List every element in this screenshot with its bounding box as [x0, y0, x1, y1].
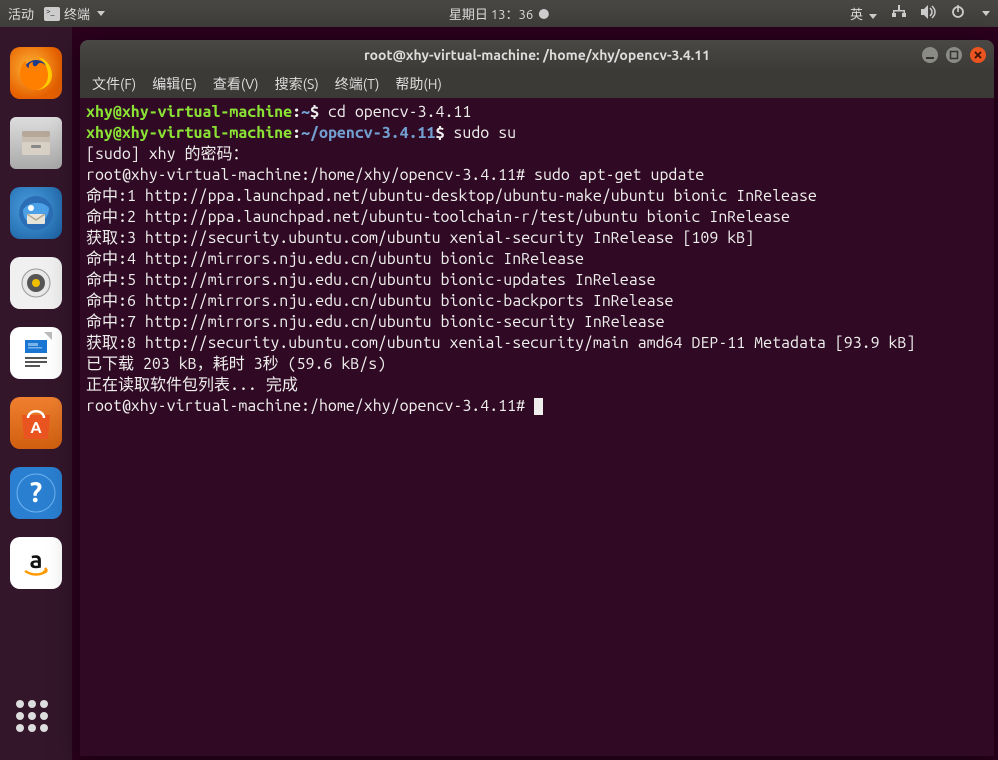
svg-text:?: ?: [30, 477, 42, 508]
prompt-colon: :: [292, 124, 301, 142]
output-line: 正在读取软件包列表... 完成: [86, 376, 298, 394]
menu-edit[interactable]: 编辑(E): [152, 74, 197, 94]
file-manager-icon: [16, 123, 56, 163]
clock[interactable]: 星期日 13：36: [449, 4, 549, 23]
output-line: 已下载 203 kB，耗时 3秒 (59.6 kB/s): [86, 355, 386, 373]
output-line: [sudo] xhy 的密码：: [86, 145, 249, 163]
thunderbird-icon: [15, 192, 57, 234]
power-icon[interactable]: [951, 5, 965, 22]
window-maximize-button[interactable]: [946, 47, 962, 63]
menu-help[interactable]: 帮助(H): [395, 74, 442, 94]
launcher-help[interactable]: ?: [10, 467, 62, 519]
output-line: 获取:8 http://security.ubuntu.com/ubuntu x…: [86, 334, 915, 352]
menubar: 文件(F) 编辑(E) 查看(V) 搜索(S) 终端(T) 帮助(H): [80, 70, 994, 98]
app-menu[interactable]: 终端: [44, 4, 105, 23]
help-icon: ?: [14, 471, 58, 515]
window-titlebar[interactable]: root@xhy-virtual-machine: /home/xhy/open…: [80, 40, 994, 70]
system-tray: 英: [850, 4, 990, 23]
svg-text:A: A: [30, 419, 42, 437]
output-line: 获取:3 http://security.ubuntu.com/ubuntu x…: [86, 229, 754, 247]
output-line: 命中:6 http://mirrors.nju.edu.cn/ubuntu bi…: [86, 292, 674, 310]
output-line: 命中:2 http://ppa.launchpad.net/ubuntu-too…: [86, 208, 790, 226]
menu-search[interactable]: 搜索(S): [275, 74, 319, 94]
window-minimize-button[interactable]: [922, 47, 938, 63]
output-line: root@xhy-virtual-machine:/home/xhy/openc…: [86, 397, 534, 415]
launcher-show-applications[interactable]: [16, 700, 56, 740]
terminal-output[interactable]: xhy@xhy-virtual-machine:~$ cd opencv-3.4…: [80, 98, 994, 756]
output-line: 命中:1 http://ppa.launchpad.net/ubuntu-des…: [86, 187, 817, 205]
launcher-thunderbird[interactable]: [10, 187, 62, 239]
prompt-colon: :: [292, 103, 301, 121]
terminal-window: root@xhy-virtual-machine: /home/xhy/open…: [80, 40, 994, 756]
menu-view[interactable]: 查看(V): [213, 74, 259, 94]
output-line: 命中:4 http://mirrors.nju.edu.cn/ubuntu bi…: [86, 250, 584, 268]
prompt-symbol: $: [310, 103, 319, 121]
prompt-path: ~/opencv-3.4.11: [301, 124, 435, 142]
window-close-button[interactable]: [970, 47, 986, 63]
document-icon: [16, 330, 56, 376]
window-title: root@xhy-virtual-machine: /home/xhy/open…: [364, 47, 710, 63]
prompt-path: ~: [301, 103, 310, 121]
menu-file[interactable]: 文件(F): [92, 74, 136, 94]
output-line: root@xhy-virtual-machine:/home/xhy/openc…: [86, 166, 704, 184]
input-method-indicator[interactable]: 英: [850, 4, 877, 23]
chevron-down-icon: [982, 11, 990, 16]
chevron-down-icon: [869, 14, 877, 19]
prompt-user: xhy@xhy-virtual-machine: [86, 124, 292, 142]
launcher-firefox[interactable]: [10, 47, 62, 99]
command-text: sudo su: [444, 124, 516, 142]
speaker-icon: [19, 266, 53, 300]
gnome-topbar: 活动 终端 星期日 13：36 英: [0, 0, 998, 27]
launcher-amazon[interactable]: a: [10, 537, 62, 589]
network-icon[interactable]: [891, 5, 907, 22]
launcher-ubuntu-software[interactable]: A: [10, 397, 62, 449]
menu-terminal[interactable]: 终端(T): [335, 74, 380, 94]
launcher-rhythmbox[interactable]: [10, 257, 62, 309]
prompt-user: xhy@xhy-virtual-machine: [86, 103, 292, 121]
output-line: 命中:7 http://mirrors.nju.edu.cn/ubuntu bi…: [86, 313, 665, 331]
svg-text:a: a: [29, 546, 42, 573]
chevron-down-icon: [97, 11, 105, 16]
launcher-libreoffice-writer[interactable]: [10, 327, 62, 379]
cursor-icon: [534, 398, 543, 415]
volume-icon[interactable]: [921, 5, 937, 22]
recording-indicator-icon: [539, 9, 549, 19]
terminal-icon: [44, 7, 60, 21]
launcher-files[interactable]: [10, 117, 62, 169]
amazon-icon: a: [16, 543, 56, 583]
command-text: cd opencv-3.4.11: [319, 103, 471, 121]
shopping-bag-icon: A: [14, 401, 58, 445]
app-menu-label: 终端: [64, 4, 90, 23]
output-line: 命中:5 http://mirrors.nju.edu.cn/ubuntu bi…: [86, 271, 656, 289]
firefox-icon: [16, 53, 56, 93]
activities-button[interactable]: 活动: [8, 4, 34, 23]
clock-label: 星期日 13：36: [449, 4, 533, 23]
launcher-dock: A ? a: [0, 27, 72, 760]
